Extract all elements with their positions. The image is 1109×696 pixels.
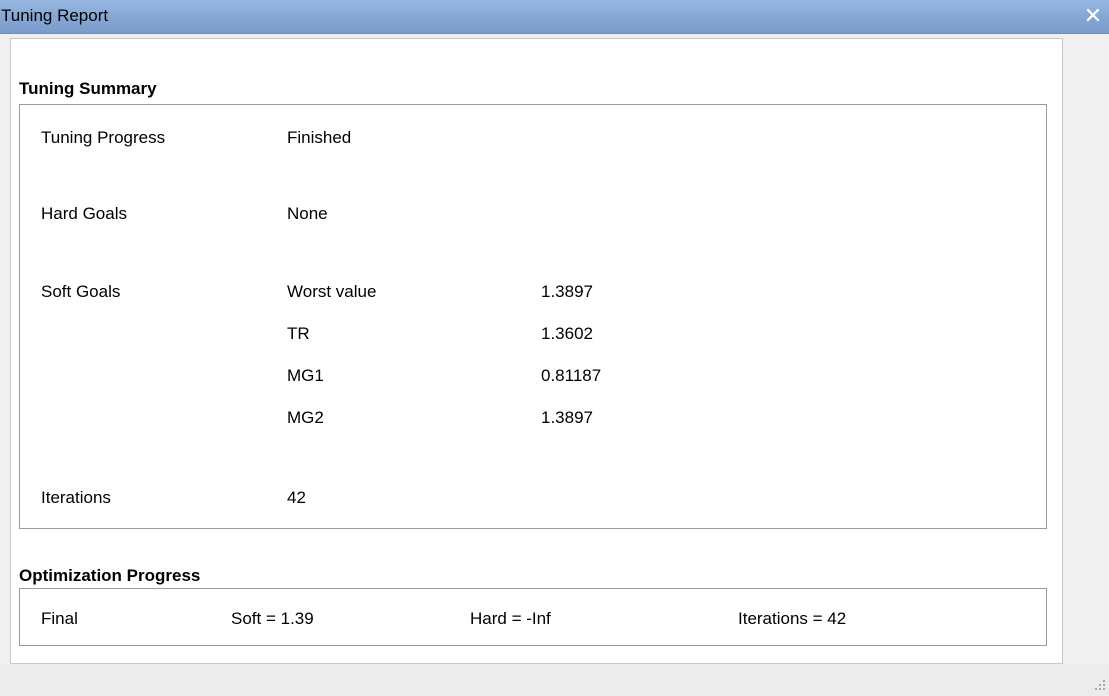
tuning-summary-heading: Tuning Summary xyxy=(19,79,157,98)
title-bar: Tuning Report ✕ xyxy=(0,0,1109,34)
resize-grip-icon[interactable] xyxy=(1091,678,1105,692)
soft-goal-value: 1.3602 xyxy=(541,324,593,343)
soft-result: Soft = 1.39 xyxy=(231,609,314,628)
tuning-progress-value: Finished xyxy=(287,128,352,147)
soft-goals-label: Soft Goals xyxy=(41,282,121,301)
report-panel: Tuning Summary Tuning Progress Finished … xyxy=(10,38,1063,664)
soft-goal-name: MG2 xyxy=(287,408,324,427)
soft-goal-name: MG1 xyxy=(287,366,324,385)
iterations-label: Iterations xyxy=(41,488,111,507)
status-bar xyxy=(0,664,1109,696)
iterations-result: Iterations = 42 xyxy=(738,609,847,628)
soft-goal-name: TR xyxy=(287,324,310,343)
final-label: Final xyxy=(41,609,78,628)
optimization-progress-heading: Optimization Progress xyxy=(19,566,201,585)
close-icon[interactable]: ✕ xyxy=(1083,4,1103,28)
soft-goal-value: 0.81187 xyxy=(541,366,602,385)
iterations-value: 42 xyxy=(287,488,306,507)
optimization-progress-box: Final Soft = 1.39 Hard = -Inf Iterations… xyxy=(19,588,1047,646)
soft-goal-value: 1.3897 xyxy=(541,282,593,301)
tuning-summary-box: Tuning Progress Finished Hard Goals None… xyxy=(19,104,1047,529)
tuning-progress-label: Tuning Progress xyxy=(41,128,166,147)
soft-goal-value: 1.3897 xyxy=(541,408,593,427)
hard-result: Hard = -Inf xyxy=(470,609,551,628)
hard-goals-value: None xyxy=(287,204,328,223)
window-title: Tuning Report xyxy=(1,6,109,25)
soft-goal-name: Worst value xyxy=(287,282,377,301)
hard-goals-label: Hard Goals xyxy=(41,204,127,223)
